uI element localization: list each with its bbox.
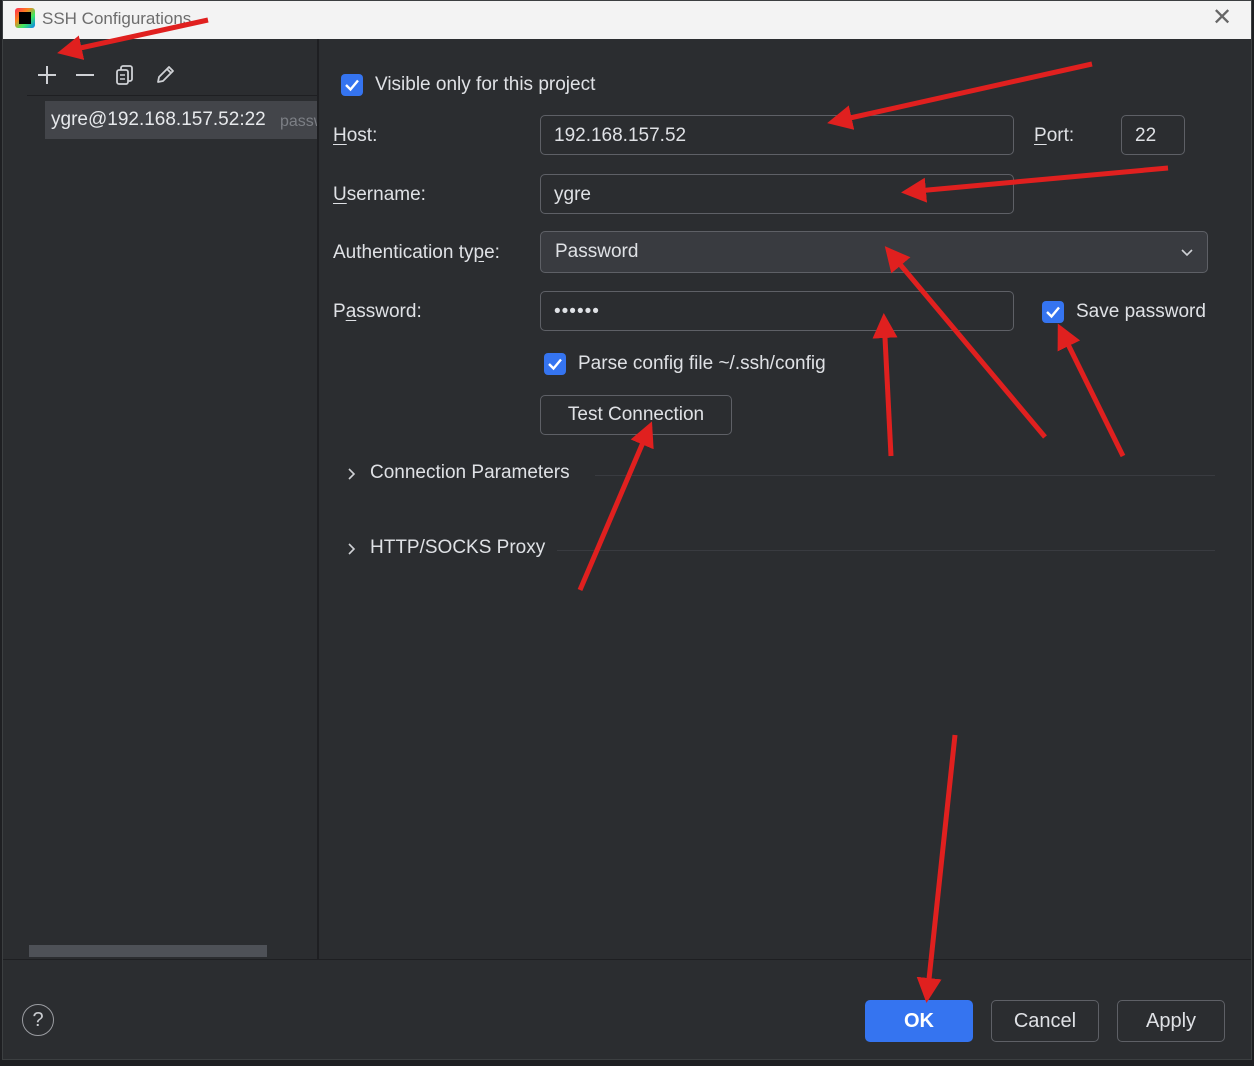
chevron-down-icon bbox=[1179, 244, 1195, 266]
password-input[interactable]: •••••• bbox=[540, 291, 1014, 331]
title-bar: SSH Configurations ✕ bbox=[3, 1, 1251, 39]
port-input[interactable]: 22 bbox=[1121, 115, 1185, 155]
list-item-auth-hint: passw bbox=[280, 113, 317, 130]
toolbar-divider bbox=[27, 95, 317, 96]
host-input[interactable]: 192.168.157.52 bbox=[540, 115, 1014, 155]
save-password-checkbox[interactable] bbox=[1042, 301, 1064, 323]
parse-config-checkbox[interactable] bbox=[544, 353, 566, 375]
http-socks-proxy-section[interactable]: HTTP/SOCKS Proxy bbox=[345, 537, 1215, 563]
help-button[interactable]: ? bbox=[22, 1004, 54, 1036]
chevron-right-icon bbox=[345, 466, 359, 487]
apply-button[interactable]: Apply bbox=[1117, 1000, 1225, 1042]
list-item[interactable]: ygre@192.168.157.52:22 passw bbox=[45, 101, 317, 139]
auth-type-label: Authentication type: bbox=[333, 242, 500, 263]
chevron-right-icon bbox=[345, 541, 359, 562]
section-divider bbox=[595, 475, 1215, 476]
section-label: Connection Parameters bbox=[370, 462, 570, 483]
username-input[interactable]: ygre bbox=[540, 174, 1014, 214]
connection-parameters-section[interactable]: Connection Parameters bbox=[345, 462, 1215, 488]
port-label: Port: bbox=[1034, 125, 1075, 146]
config-list-panel: ygre@192.168.157.52:22 passw bbox=[3, 39, 319, 959]
minus-icon[interactable] bbox=[71, 61, 99, 89]
copy-icon[interactable] bbox=[111, 61, 139, 89]
pencil-icon[interactable] bbox=[151, 61, 179, 89]
ok-button[interactable]: OK bbox=[865, 1000, 973, 1042]
username-label: Username: bbox=[333, 184, 426, 205]
plus-icon[interactable] bbox=[33, 61, 61, 89]
close-icon[interactable]: ✕ bbox=[1209, 5, 1235, 31]
horizontal-scrollbar[interactable] bbox=[29, 945, 267, 957]
list-toolbar bbox=[29, 61, 319, 91]
visible-only-checkbox[interactable] bbox=[341, 74, 363, 96]
cancel-button[interactable]: Cancel bbox=[991, 1000, 1099, 1042]
ssh-configurations-dialog: SSH Configurations ✕ ygre@192.168.157.52… bbox=[2, 0, 1252, 1060]
window-title: SSH Configurations bbox=[42, 9, 192, 28]
section-label: HTTP/SOCKS Proxy bbox=[370, 537, 546, 558]
list-item-host: ygre@192.168.157.52:22 bbox=[51, 109, 266, 130]
auth-type-value: Password bbox=[555, 241, 639, 262]
visible-only-label: Visible only for this project bbox=[375, 74, 596, 95]
password-label: Password: bbox=[333, 301, 422, 322]
save-password-label: Save password bbox=[1076, 301, 1206, 322]
parse-config-label: Parse config file ~/.ssh/config bbox=[578, 353, 826, 374]
test-connection-button[interactable]: Test Connection bbox=[540, 395, 732, 435]
host-label: Host: bbox=[333, 125, 378, 146]
footer-divider bbox=[3, 959, 1251, 960]
section-divider bbox=[557, 550, 1215, 551]
jetbrains-app-icon bbox=[15, 8, 35, 28]
config-form: Visible only for this project Host: 192.… bbox=[319, 39, 1251, 959]
auth-type-select[interactable]: Password bbox=[540, 231, 1208, 273]
